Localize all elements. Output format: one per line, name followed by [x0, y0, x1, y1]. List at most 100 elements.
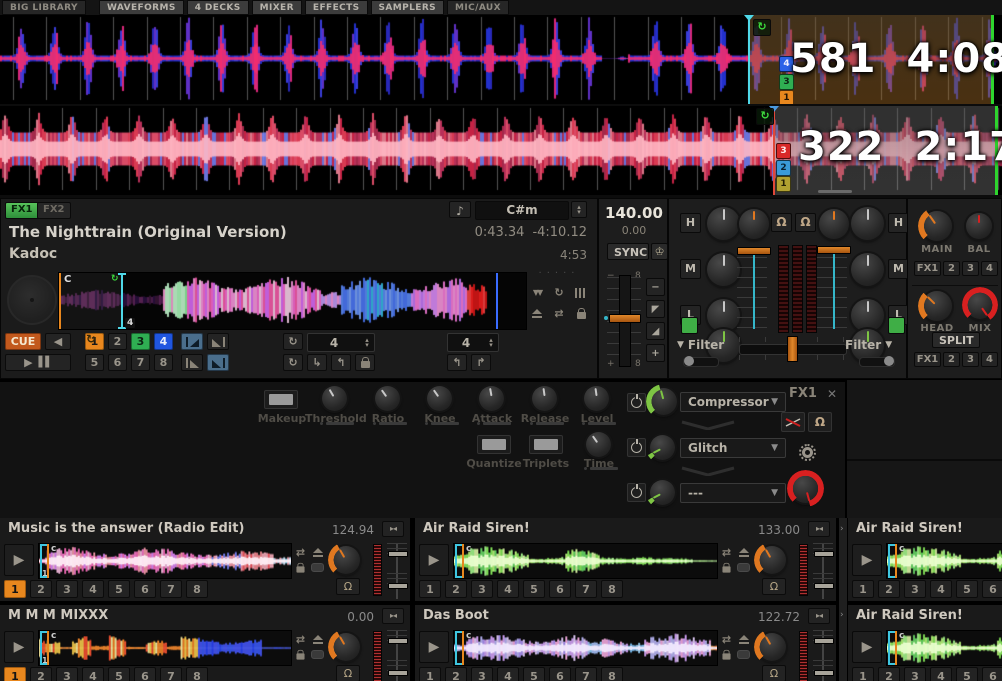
beatjump-spinner[interactable]: ▴▾: [484, 335, 498, 350]
key-spinner[interactable]: ▴ ▾: [571, 201, 587, 218]
hotcue-7-button[interactable]: 7: [575, 667, 597, 681]
hotcue-6-button[interactable]: 6: [134, 580, 156, 598]
sampler-sync-button[interactable]: ▸◂: [808, 521, 830, 537]
eq-high-knob-left[interactable]: [707, 207, 740, 240]
outro-start-button[interactable]: [181, 354, 203, 371]
sampler-eject-button[interactable]: [309, 545, 327, 560]
close-icon[interactable]: ✕: [827, 387, 837, 401]
tab-samplers[interactable]: SAMPLERS: [371, 0, 445, 15]
intro-end-button[interactable]: [207, 333, 229, 350]
deck-fx2-assign-button[interactable]: FX2: [37, 202, 71, 219]
fx-super-knob[interactable]: [791, 474, 820, 503]
slider-handle[interactable]: [388, 670, 408, 676]
sampler-eject-button[interactable]: [309, 632, 327, 647]
deck-overview-waveform[interactable]: C ↻ 4: [58, 272, 527, 330]
hotcue-1-button[interactable]: ↻1: [85, 333, 104, 350]
hotcue-5-button[interactable]: 5: [956, 667, 978, 681]
fx-attack-knob[interactable]: [479, 386, 504, 411]
hotcue-5-button[interactable]: 5: [523, 667, 545, 681]
nudge-back-button[interactable]: ◤: [646, 300, 665, 318]
fx-slot1-enable-button[interactable]: [627, 393, 646, 412]
hotcue-6-button[interactable]: 6: [549, 580, 571, 598]
pfl-indicator-left[interactable]: [681, 317, 698, 334]
fx-slot2-selector[interactable]: Glitch ▼: [680, 438, 786, 458]
sync-leader-button[interactable]: ♔: [651, 243, 668, 260]
nudge-forward-button[interactable]: ◢: [646, 322, 665, 340]
hotcue-6-button[interactable]: 6: [134, 667, 156, 681]
gain-knob-left[interactable]: [739, 209, 769, 239]
sampler-gain-knob[interactable]: [758, 633, 786, 661]
play-pause-button[interactable]: ▶ ▌▌: [5, 354, 71, 371]
sampler-repeat-button[interactable]: ⇄: [718, 545, 736, 560]
hotcue-1-button[interactable]: 1: [852, 667, 874, 681]
beatjump-size-spinbox[interactable]: 4 ▴▾: [447, 333, 499, 352]
slider-handle[interactable]: [814, 583, 834, 589]
sampler-keylock-button[interactable]: [292, 647, 310, 662]
slider-handle[interactable]: [388, 551, 408, 557]
slider-handle[interactable]: [814, 551, 834, 557]
previous-track-button[interactable]: ◀: [45, 333, 71, 350]
hotcue-3-button[interactable]: 3: [131, 333, 150, 350]
tab-mic-aux[interactable]: MIC/AUX: [447, 0, 509, 15]
deck1-scrolling-waveform[interactable]: ↻ 4 3 1 581 4:08.62: [0, 15, 1002, 106]
keylock-button[interactable]: [572, 306, 590, 321]
sampler-repeat-button[interactable]: ⇄: [718, 632, 736, 647]
headphone-cue-right-button[interactable]: Ω: [795, 213, 816, 232]
fx-settings-button[interactable]: [795, 442, 819, 462]
main-fx3-button[interactable]: 3: [962, 261, 979, 276]
sampler-keylock-button[interactable]: [718, 647, 736, 662]
hotcue-2-button[interactable]: 2: [30, 667, 52, 681]
sampler-column-splitter[interactable]: › ›: [838, 518, 848, 681]
sampler-headphone-button[interactable]: Ω: [336, 578, 360, 595]
spin-down-icon[interactable]: ▾: [365, 343, 369, 348]
hotcue-8-button[interactable]: 8: [186, 667, 208, 681]
beatgrid-button[interactable]: [572, 285, 590, 300]
crossfader-handle[interactable]: [787, 336, 798, 362]
fx-slot1-meta-knob[interactable]: [650, 388, 677, 415]
hotcue-8-button[interactable]: 8: [186, 580, 208, 598]
fx-quantize-button[interactable]: [477, 435, 511, 454]
hotcue-3-button[interactable]: 3: [56, 667, 78, 681]
cue-button[interactable]: CUE: [5, 333, 41, 350]
hotcue-3-button[interactable]: 3: [471, 667, 493, 681]
sampler-headphone-button[interactable]: Ω: [762, 665, 786, 681]
sampler-sync-button[interactable]: ▸◂: [382, 521, 404, 537]
sampler-sync-button[interactable]: ▸◂: [808, 608, 830, 624]
head-fx2-button[interactable]: 2: [943, 352, 960, 367]
loop-toggle-button[interactable]: ⇄: [550, 306, 568, 321]
key-spin-down-icon[interactable]: ▾: [577, 210, 581, 215]
fx-routing-button[interactable]: [781, 412, 805, 432]
split-cue-button[interactable]: SPLIT: [932, 332, 980, 348]
headphone-mix-knob[interactable]: [966, 291, 994, 319]
tab-waveforms[interactable]: WAVEFORMS: [99, 0, 184, 15]
eq-high-knob-right[interactable]: [851, 207, 884, 240]
fx-makeup-button[interactable]: [264, 390, 298, 409]
hotcue-7-button[interactable]: 7: [160, 580, 182, 598]
sampler-waveform[interactable]: c: [453, 630, 718, 666]
headphone-gain-knob[interactable]: [922, 291, 952, 321]
hotcue-4-button[interactable]: 4: [82, 667, 104, 681]
outro-end-button[interactable]: [207, 354, 229, 371]
filter-toggle-left[interactable]: [683, 357, 719, 367]
eject-button[interactable]: [528, 306, 546, 321]
hotcue-2-button[interactable]: 2: [108, 333, 127, 350]
sampler-headphone-button[interactable]: Ω: [336, 665, 360, 681]
hotcue-8-button[interactable]: 8: [601, 580, 623, 598]
headphone-cue-left-button[interactable]: Ω: [771, 213, 792, 232]
sampler-repeat-button[interactable]: ⇄: [292, 545, 310, 560]
pfl-indicator-right[interactable]: [888, 317, 905, 334]
sampler-pitch-slider[interactable]: [811, 630, 835, 681]
main-fx4-button[interactable]: 4: [981, 261, 998, 276]
fx-slot2-meta-knob[interactable]: [650, 435, 675, 460]
tab-mixer[interactable]: MIXER: [252, 0, 302, 15]
fx-slot1-selector[interactable]: Compressor ▼: [680, 392, 786, 412]
hotcue-5-button[interactable]: 5: [108, 667, 130, 681]
intro-start-button[interactable]: [181, 333, 203, 350]
deck-fx1-assign-button[interactable]: FX1: [5, 202, 39, 219]
main-fx1-button[interactable]: FX1: [914, 261, 941, 276]
gain-knob-right[interactable]: [819, 209, 849, 239]
sampler-waveform[interactable]: c: [453, 543, 718, 579]
main-fx2-button[interactable]: 2: [943, 261, 960, 276]
sampler-play-button[interactable]: ▶: [852, 544, 882, 576]
deck2-scrolling-waveform[interactable]: ↻ 3 2 1 322 2:17.88: [0, 106, 1002, 198]
